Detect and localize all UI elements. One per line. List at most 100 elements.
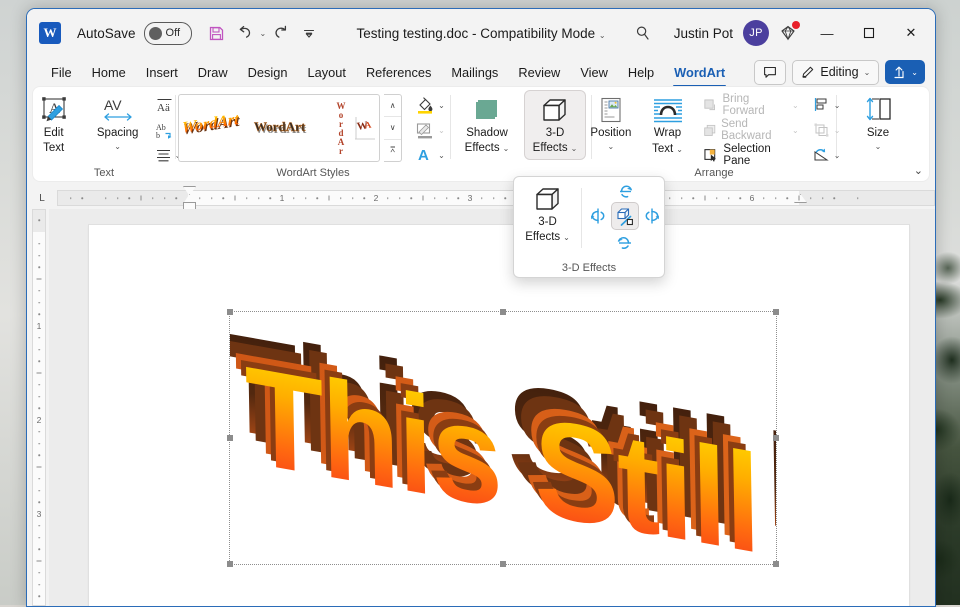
horizontal-ruler-track[interactable]: 123456 — [57, 190, 935, 206]
editing-mode-button[interactable]: Editing ⌄ — [792, 60, 879, 85]
text-fill-chevron-down-icon[interactable]: ⌄ — [438, 151, 445, 160]
wordart-selection-frame[interactable]: This Still Exists! This Still Exists! Th… — [229, 311, 777, 565]
svg-text:Aä: Aä — [157, 102, 170, 113]
dropdown-3d-effects-chevron-down-icon[interactable]: ⌄ — [563, 233, 570, 242]
resize-handle-sw[interactable] — [227, 561, 233, 567]
shape-fill-chevron-down-icon[interactable]: ⌄ — [438, 101, 445, 110]
shape-fill-button[interactable]: ⌄ — [412, 93, 448, 117]
user-name-label[interactable]: Justin Pot — [674, 26, 733, 41]
tab-draw[interactable]: Draw — [188, 61, 238, 84]
resize-handle-n[interactable] — [500, 309, 506, 315]
dropdown-3d-effects-button[interactable]: 3-D Effects ⌄ — [518, 180, 577, 256]
tab-wordart[interactable]: WordArt — [664, 61, 735, 84]
compatibility-mode-label[interactable]: Compatibility Mode — [480, 26, 595, 41]
shape-outline-chevron-down-icon[interactable]: ⌄ — [438, 126, 445, 135]
close-button[interactable]: ✕ — [891, 16, 931, 50]
resize-handle-se[interactable] — [773, 561, 779, 567]
document-title[interactable]: Testing testing.doc — [356, 26, 468, 41]
document-page[interactable]: This Still Exists! This Still Exists! Th… — [89, 225, 909, 606]
tab-home[interactable]: Home — [82, 61, 136, 84]
horizontal-ruler[interactable]: L 123456 — [27, 187, 935, 210]
gallery-scroll-down-button[interactable]: ∨ — [384, 117, 401, 139]
wordart-style-1[interactable]: WordArt WordArt — [179, 96, 251, 160]
spacing-chevron-down-icon[interactable]: ⌄ — [114, 142, 121, 151]
tab-file[interactable]: File — [41, 61, 82, 84]
resize-handle-nw[interactable] — [227, 309, 233, 315]
tab-stop-selector[interactable]: L — [27, 193, 57, 204]
resize-handle-w[interactable] — [227, 435, 233, 441]
tab-mailings[interactable]: Mailings — [441, 61, 508, 84]
vertical-ruler[interactable]: 123 — [27, 209, 50, 606]
shape-outline-button[interactable]: ⌄ — [412, 118, 448, 142]
position-button[interactable]: Position ⌄ — [585, 91, 638, 155]
tab-insert[interactable]: Insert — [136, 61, 188, 84]
collapse-ribbon-button[interactable]: ⌄ — [914, 164, 923, 177]
wrap-text-button[interactable]: Wrap Text ⌄ — [641, 91, 694, 160]
autosave-toggle[interactable]: Off — [144, 22, 192, 45]
wordart-style-3[interactable]: W o r d A r — [329, 96, 353, 160]
maximize-button[interactable] — [849, 16, 889, 50]
ruler-half-mark — [423, 196, 424, 201]
wordart-gallery-scrollbar[interactable]: ∧ ∨ ⩞ — [384, 94, 402, 162]
shadow-effects-chevron-down-icon[interactable]: ⌄ — [503, 144, 510, 153]
undo-dropdown-caret[interactable]: ⌄ — [260, 29, 267, 38]
3d-effects-dropdown-content: 3-D Effects ⌄ — [514, 177, 664, 256]
edit-text-button[interactable]: A Edit Text — [26, 91, 84, 159]
bring-forward-icon — [703, 97, 720, 113]
avatar[interactable]: JP — [743, 20, 769, 46]
vertical-ruler-track[interactable]: 123 — [32, 209, 46, 606]
tab-review[interactable]: Review — [508, 61, 570, 84]
position-chevron-down-icon[interactable]: ⌄ — [608, 142, 615, 151]
tilt-right-icon[interactable] — [642, 206, 662, 226]
search-icon[interactable] — [628, 18, 658, 48]
size-chevron-down-icon[interactable]: ⌄ — [875, 142, 882, 151]
text-fill-button[interactable]: A ⌄ — [412, 143, 448, 167]
tilt-down-icon[interactable] — [615, 232, 635, 250]
tab-layout[interactable]: Layout — [298, 61, 356, 84]
3d-effects-chevron-down-icon[interactable]: ⌄ — [571, 144, 578, 153]
comments-button[interactable] — [754, 60, 786, 85]
wrap-text-chevron-down-icon[interactable]: ⌄ — [676, 145, 683, 154]
ribbon-group-effects: Shadow Effects ⌄ 3-D — [451, 87, 591, 181]
tab-design[interactable]: Design — [238, 61, 298, 84]
title-chevron-down-icon[interactable]: ⌄ — [599, 31, 606, 40]
tab-references[interactable]: References — [356, 61, 441, 84]
editing-chevron-down-icon[interactable]: ⌄ — [864, 68, 871, 77]
tilt-left-icon[interactable] — [588, 206, 608, 226]
selection-pane-icon — [703, 147, 721, 163]
wordart-style-2[interactable]: WordArt WordArt WordArt — [251, 96, 329, 160]
spacing-button[interactable]: AV Spacing ⌄ — [88, 91, 148, 155]
gallery-scroll-up-button[interactable]: ∧ — [384, 95, 401, 117]
customize-quick-access-icon[interactable] — [296, 20, 322, 46]
microsoft-365-diamond-icon[interactable] — [771, 18, 805, 48]
save-icon[interactable] — [204, 20, 230, 46]
share-button[interactable]: ⌄ — [885, 60, 925, 84]
gallery-more-button[interactable]: ⩞ — [384, 140, 401, 161]
share-chevron-down-icon[interactable]: ⌄ — [911, 68, 918, 77]
ruler-minor-mark — [775, 197, 777, 199]
undo-icon[interactable] — [232, 20, 258, 46]
ruler-minor-mark — [352, 197, 354, 199]
resize-handle-s[interactable] — [500, 561, 506, 567]
selection-pane-button[interactable]: Selection Pane — [700, 143, 802, 167]
ruler-minor-mark — [481, 197, 483, 199]
resize-handle-ne[interactable] — [773, 309, 779, 315]
document-canvas[interactable]: This Still Exists! This Still Exists! Th… — [49, 209, 935, 606]
resize-handle-e[interactable] — [773, 435, 779, 441]
wordart-style-4[interactable]: W A — [353, 96, 377, 160]
3d-effects-button[interactable]: 3-D Effects ⌄ — [525, 91, 585, 159]
3d-effects-dropdown-panel[interactable]: 3-D Effects ⌄ — [513, 176, 665, 278]
redo-icon[interactable] — [268, 20, 294, 46]
bring-forward-label: Bring Forward — [722, 93, 789, 117]
3d-on-off-icon[interactable] — [612, 203, 638, 229]
wordart-object[interactable]: This Still Exists! This Still Exists! Th… — [230, 312, 776, 564]
tilt-up-icon[interactable] — [615, 182, 635, 200]
size-button[interactable]: Size ⌄ — [848, 91, 908, 155]
wordart-style-gallery[interactable]: WordArt WordArt WordArt WordArt WordArt — [178, 94, 380, 162]
shadow-effects-button[interactable]: Shadow Effects ⌄ — [457, 91, 517, 159]
ruler-minor-mark — [223, 197, 225, 199]
ruler-minor-mark — [763, 197, 765, 199]
tab-view[interactable]: View — [570, 61, 618, 84]
minimize-button[interactable]: — — [807, 16, 847, 50]
tab-help[interactable]: Help — [618, 61, 664, 84]
